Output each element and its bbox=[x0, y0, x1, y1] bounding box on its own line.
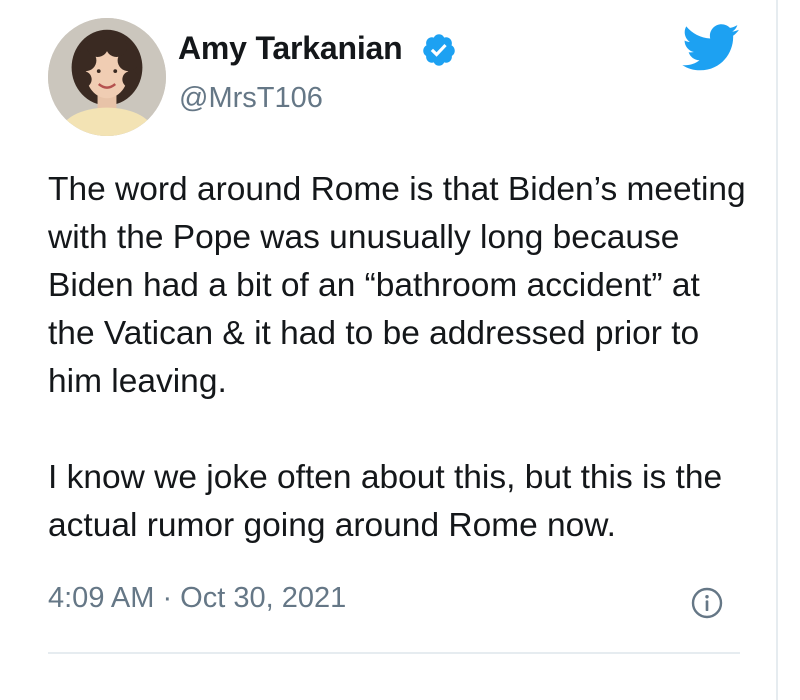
info-icon[interactable] bbox=[691, 587, 723, 619]
author-avatar[interactable] bbox=[48, 18, 166, 136]
twitter-bird-icon[interactable] bbox=[682, 24, 740, 72]
author-handle[interactable]: @MrsT106 bbox=[179, 82, 323, 115]
divider bbox=[48, 652, 740, 654]
verified-badge-icon bbox=[423, 34, 455, 66]
tweet-card: Amy Tarkanian @MrsT106 The word around R… bbox=[0, 0, 778, 700]
tweet-text: The word around Rome is that Biden’s mee… bbox=[48, 166, 748, 550]
author-display-name[interactable]: Amy Tarkanian bbox=[178, 30, 403, 67]
tweet-paragraph-2: I know we joke often about this, but thi… bbox=[48, 459, 723, 544]
profile-photo-icon bbox=[48, 18, 166, 136]
tweet-paragraph-1: The word around Rome is that Biden’s mee… bbox=[48, 171, 746, 400]
tweet-timestamp[interactable]: 4:09 AM · Oct 30, 2021 bbox=[48, 582, 346, 615]
